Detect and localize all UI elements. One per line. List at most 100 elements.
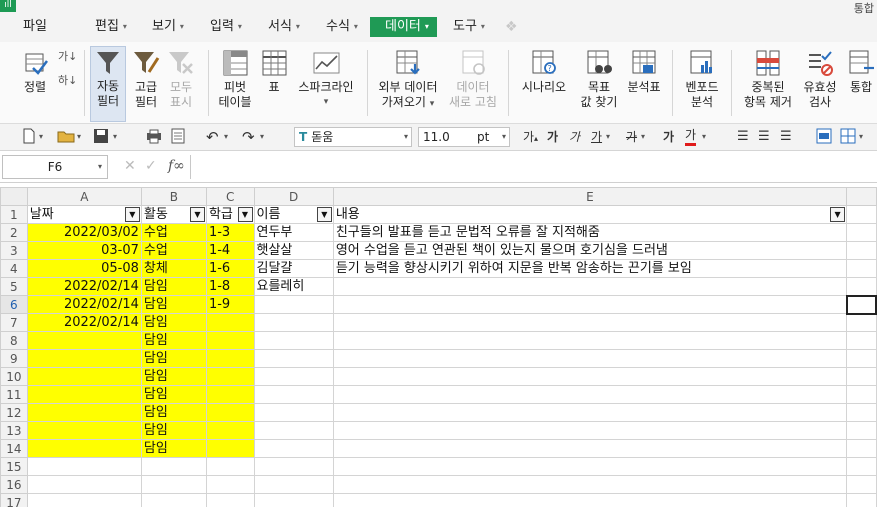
- italic-button[interactable]: 가: [569, 128, 580, 146]
- scenario-button[interactable]: ? 시나리오: [518, 48, 570, 120]
- font-name-select[interactable]: T 돋움 ▾: [294, 127, 412, 147]
- pivot-table-button[interactable]: 피벗 테이블: [215, 48, 255, 120]
- filter-dropdown-icon[interactable]: ▼: [830, 207, 846, 222]
- cell[interactable]: 담임: [140, 295, 207, 314]
- cell[interactable]: [332, 331, 848, 350]
- cell[interactable]: [140, 475, 207, 494]
- cell[interactable]: [26, 421, 142, 440]
- cell[interactable]: [205, 493, 255, 507]
- cell[interactable]: 창체: [140, 259, 207, 278]
- cell[interactable]: [846, 205, 877, 224]
- cell[interactable]: [846, 241, 877, 260]
- cell[interactable]: [253, 313, 334, 332]
- cell[interactable]: [253, 475, 334, 494]
- cell[interactable]: [26, 475, 142, 494]
- cell[interactable]: 담임: [140, 313, 207, 332]
- redo-dropdown-icon[interactable]: ▾: [260, 128, 264, 146]
- cell[interactable]: [332, 349, 848, 368]
- header-cell-content[interactable]: 내용 ▼: [332, 205, 848, 224]
- cell[interactable]: [253, 385, 334, 404]
- cell[interactable]: [846, 277, 877, 296]
- cell[interactable]: [332, 403, 848, 422]
- cell[interactable]: [332, 295, 848, 314]
- sort-button[interactable]: 정렬: [15, 48, 55, 120]
- cell[interactable]: [205, 349, 255, 368]
- cell[interactable]: [26, 457, 142, 476]
- menu-view[interactable]: 보기 ▾: [152, 17, 184, 37]
- cell[interactable]: [846, 313, 877, 332]
- cell[interactable]: 담임: [140, 349, 207, 368]
- cell[interactable]: 영어 수업을 듣고 연관된 책이 있는지 물으며 호기심을 드러냄: [332, 241, 848, 260]
- selected-cell[interactable]: [845, 294, 877, 315]
- cell[interactable]: [253, 367, 334, 386]
- cell[interactable]: [26, 385, 142, 404]
- open-folder-icon[interactable]: [57, 128, 75, 146]
- cell[interactable]: [253, 439, 334, 458]
- cell[interactable]: [205, 331, 255, 350]
- row-header[interactable]: 7: [0, 313, 28, 332]
- remove-duplicates-button[interactable]: 중복된 항목 제거: [738, 48, 798, 120]
- cell[interactable]: [205, 367, 255, 386]
- goal-seek-button[interactable]: 목표 값 찾기: [576, 48, 622, 120]
- cell[interactable]: 담임: [140, 331, 207, 350]
- cell[interactable]: [140, 493, 207, 507]
- column-header-a[interactable]: A: [26, 187, 142, 206]
- cell[interactable]: [846, 475, 877, 494]
- cell[interactable]: [332, 421, 848, 440]
- cell[interactable]: [332, 457, 848, 476]
- filter-dropdown-icon[interactable]: ▼: [124, 207, 140, 222]
- menu-formula[interactable]: 수식 ▾: [326, 17, 358, 37]
- analysis-table-button[interactable]: 분석표: [624, 48, 664, 120]
- cell[interactable]: 수업: [140, 241, 207, 260]
- cell[interactable]: 05-08: [26, 259, 142, 278]
- header-cell-date[interactable]: 날짜 ▼: [26, 205, 142, 224]
- formula-input[interactable]: [190, 155, 874, 179]
- cell[interactable]: 1-4: [205, 241, 255, 260]
- sort-ascending-icon[interactable]: 가↓: [58, 48, 77, 64]
- sparkline-button[interactable]: 스파크라인 ▾: [296, 48, 356, 120]
- cell[interactable]: [140, 457, 207, 476]
- cell[interactable]: [205, 313, 255, 332]
- cell[interactable]: [846, 349, 877, 368]
- row-header[interactable]: 10: [0, 367, 28, 386]
- filter-dropdown-icon[interactable]: ▼: [237, 207, 253, 222]
- column-header-c[interactable]: C: [205, 187, 255, 206]
- open-dropdown-icon[interactable]: ▾: [77, 128, 81, 146]
- cell[interactable]: [253, 349, 334, 368]
- cell[interactable]: 햇살살: [253, 241, 334, 260]
- print-icon[interactable]: [146, 128, 162, 146]
- cell[interactable]: [26, 403, 142, 422]
- cell[interactable]: 1-9: [205, 295, 255, 314]
- underline-dropdown-icon[interactable]: ▾: [606, 128, 610, 146]
- cell[interactable]: [205, 475, 255, 494]
- header-cell-name[interactable]: 이름 ▼: [253, 205, 334, 224]
- cell[interactable]: [205, 403, 255, 422]
- cell[interactable]: [26, 367, 142, 386]
- cell[interactable]: [846, 223, 877, 242]
- cell[interactable]: 담임: [140, 439, 207, 458]
- cell[interactable]: [846, 439, 877, 458]
- cell[interactable]: [846, 259, 877, 278]
- font-color-button[interactable]: 가: [685, 128, 697, 146]
- cell[interactable]: [332, 313, 848, 332]
- header-cell-activity[interactable]: 활동 ▼: [140, 205, 207, 224]
- cell[interactable]: 수업: [140, 223, 207, 242]
- row-header[interactable]: 2: [0, 223, 28, 242]
- sort-descending-icon[interactable]: 하↓: [58, 72, 77, 88]
- benford-analysis-button[interactable]: 벤포드 분석: [682, 48, 722, 120]
- autofilter-button[interactable]: 자동 필터: [90, 46, 126, 122]
- data-validation-button[interactable]: 유효성 검사: [800, 48, 840, 120]
- cell[interactable]: 2022/03/02: [26, 223, 142, 242]
- cell[interactable]: [26, 331, 142, 350]
- align-left-icon[interactable]: ☰: [737, 128, 749, 146]
- cell[interactable]: [205, 457, 255, 476]
- save-dropdown-icon[interactable]: ▾: [113, 128, 117, 146]
- cell[interactable]: 1-8: [205, 277, 255, 296]
- cell[interactable]: 2022/02/14: [26, 313, 142, 332]
- strike-dropdown-icon[interactable]: ▾: [641, 128, 645, 146]
- align-right-icon[interactable]: ☰: [780, 128, 792, 146]
- menu-format[interactable]: 서식 ▾: [268, 17, 300, 37]
- underline-button[interactable]: 가: [591, 128, 602, 146]
- menu-insert[interactable]: 입력 ▾: [210, 17, 242, 37]
- advanced-filter-button[interactable]: 고급 필터: [129, 48, 163, 120]
